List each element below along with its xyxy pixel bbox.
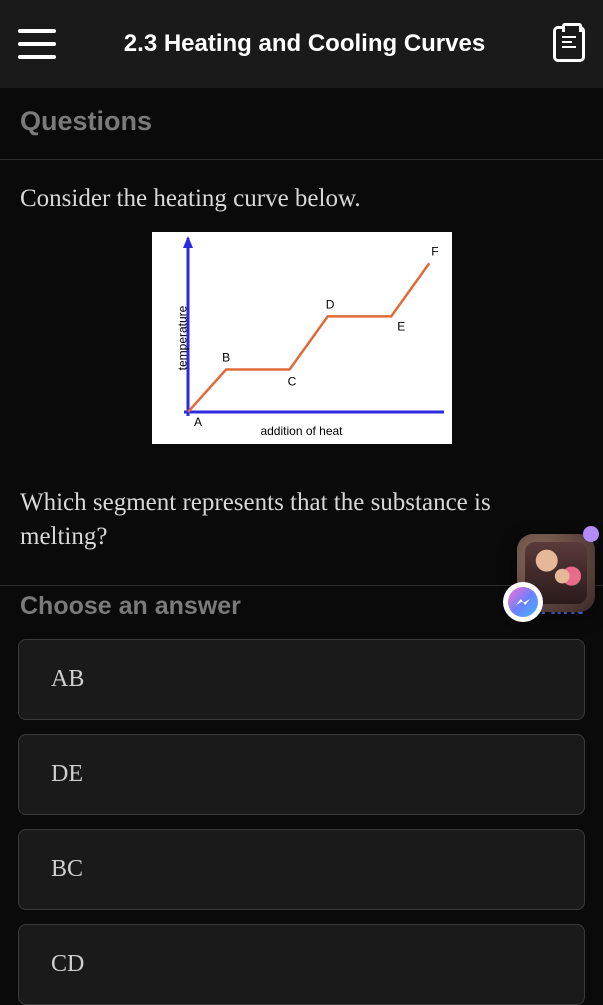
chat-head[interactable]	[517, 534, 595, 612]
page-title: 2.3 Heating and Cooling Curves	[56, 30, 553, 58]
chart-container: ABCDEF temperature addition of heat	[0, 232, 603, 444]
messenger-icon[interactable]	[503, 582, 543, 622]
chart-xlabel: addition of heat	[152, 424, 452, 438]
app-header: 2.3 Heating and Cooling Curves	[0, 0, 603, 88]
heating-curve-chart: ABCDEF temperature addition of heat	[152, 232, 452, 444]
choose-label: Choose an answer	[20, 592, 241, 621]
notes-icon[interactable]	[553, 26, 585, 62]
chart-ylabel: temperature	[175, 305, 189, 370]
svg-text:B: B	[222, 350, 230, 364]
question-prompt: Consider the heating curve below.	[0, 160, 603, 228]
answer-option[interactable]: AB	[18, 639, 585, 720]
svg-text:C: C	[287, 374, 296, 388]
answer-option[interactable]: CD	[18, 924, 585, 1005]
svg-text:D: D	[325, 297, 334, 311]
svg-text:E: E	[397, 319, 405, 333]
answer-list: AB DE BC CD	[0, 639, 603, 1005]
section-heading: Questions	[0, 88, 603, 159]
question-subprompt: Which segment represents that the substa…	[0, 446, 603, 586]
menu-icon[interactable]	[18, 29, 56, 59]
answer-option[interactable]: DE	[18, 734, 585, 815]
svg-text:F: F	[431, 244, 438, 258]
answer-option[interactable]: BC	[18, 829, 585, 910]
